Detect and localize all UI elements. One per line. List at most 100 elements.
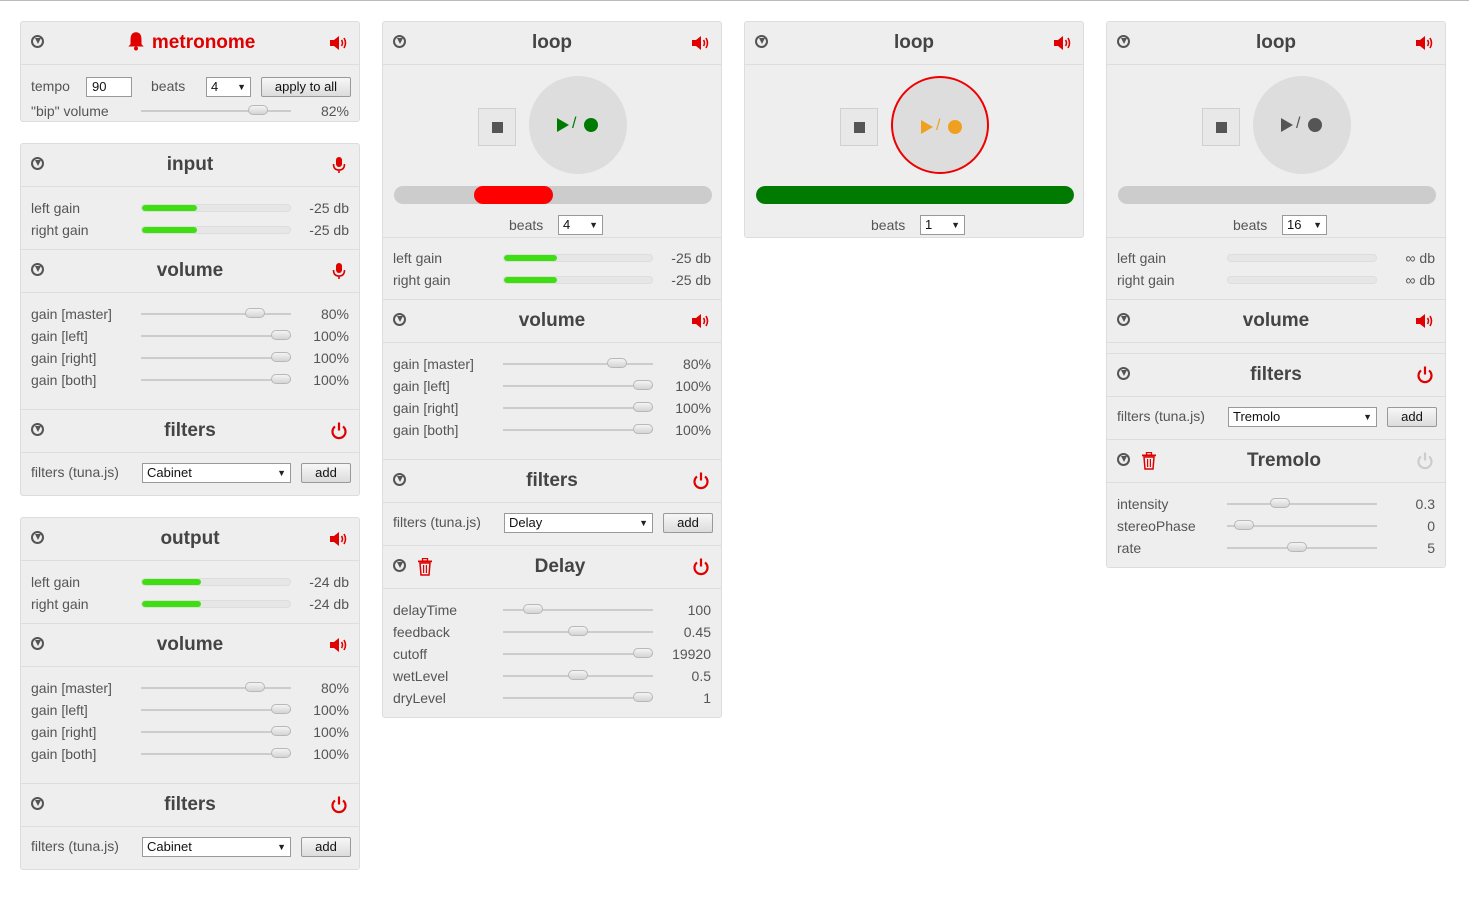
slider-thumb[interactable] bbox=[271, 352, 291, 362]
tempo-input[interactable]: 90 bbox=[86, 77, 132, 97]
add-filter-button[interactable]: add bbox=[1387, 407, 1437, 427]
right-gain-value: -25 db bbox=[309, 222, 349, 238]
play-record-button[interactable]: / bbox=[1253, 76, 1351, 174]
slider-thumb[interactable] bbox=[1233, 520, 1254, 530]
loop-3-filters-header: filters bbox=[1107, 353, 1445, 397]
slider-row: gain [both] 100% bbox=[31, 743, 349, 765]
speaker-icon[interactable] bbox=[691, 34, 711, 52]
slider-track[interactable] bbox=[141, 704, 291, 714]
slider-thumb[interactable] bbox=[633, 648, 653, 658]
slider-track[interactable] bbox=[141, 374, 291, 384]
slider-thumb[interactable] bbox=[245, 682, 265, 692]
loop-1-filters-header: filters bbox=[383, 459, 721, 503]
slider-value: 5 bbox=[1427, 540, 1435, 556]
stop-button[interactable] bbox=[1202, 108, 1240, 146]
slider-track[interactable] bbox=[503, 670, 653, 680]
slider-thumb[interactable] bbox=[247, 105, 268, 115]
slider-thumb[interactable] bbox=[633, 380, 653, 390]
slider-thumb[interactable] bbox=[271, 330, 291, 340]
right-gain-label: right gain bbox=[393, 272, 451, 288]
speaker-icon[interactable] bbox=[329, 636, 349, 654]
loop-3-panel: loop / beats 16 left gain ∞ db bbox=[1106, 21, 1446, 568]
slider-track[interactable] bbox=[141, 352, 291, 362]
microphone-icon[interactable] bbox=[329, 262, 349, 280]
slider-track[interactable] bbox=[1227, 542, 1377, 552]
play-record-button[interactable]: / bbox=[529, 76, 627, 174]
power-icon[interactable] bbox=[1415, 452, 1435, 470]
stop-button[interactable] bbox=[840, 108, 878, 146]
slider-row: gain [left] 100% bbox=[31, 699, 349, 721]
speaker-icon[interactable] bbox=[1415, 34, 1435, 52]
slider-thumb[interactable] bbox=[633, 402, 653, 412]
power-icon[interactable] bbox=[329, 422, 349, 440]
apply-to-all-button[interactable]: apply to all bbox=[261, 77, 351, 97]
speaker-icon[interactable] bbox=[329, 530, 349, 548]
beats-select[interactable]: 16 bbox=[1282, 215, 1327, 235]
column-loop-1: loop / beats 4 left gain -25 db bbox=[382, 21, 722, 739]
slider-track[interactable] bbox=[503, 626, 653, 636]
speaker-icon[interactable] bbox=[1053, 34, 1073, 52]
slider-label: gain [left] bbox=[31, 702, 88, 718]
speaker-icon[interactable] bbox=[329, 34, 349, 52]
input-filters-body: filters (tuna.js) Cabinet add bbox=[21, 453, 359, 495]
slider-track[interactable] bbox=[503, 692, 653, 702]
speaker-icon[interactable] bbox=[691, 312, 711, 330]
power-icon[interactable] bbox=[1415, 366, 1435, 384]
speaker-icon[interactable] bbox=[1415, 312, 1435, 330]
slider-track[interactable] bbox=[1227, 498, 1377, 508]
slash-glyph: / bbox=[572, 115, 577, 132]
filter-select[interactable]: Tremolo bbox=[1228, 407, 1377, 427]
slider-track[interactable] bbox=[141, 748, 291, 758]
play-record-button[interactable]: / bbox=[891, 76, 989, 174]
slider-thumb[interactable] bbox=[522, 604, 543, 614]
input-header: input bbox=[21, 144, 359, 187]
slider-track[interactable] bbox=[141, 726, 291, 736]
beats-select[interactable]: 1 bbox=[920, 215, 965, 235]
slider-thumb[interactable] bbox=[271, 374, 291, 384]
microphone-icon[interactable] bbox=[329, 156, 349, 174]
filter-select[interactable]: Cabinet bbox=[142, 463, 291, 483]
filter-select[interactable]: Delay bbox=[504, 513, 653, 533]
add-filter-button[interactable]: add bbox=[301, 837, 351, 857]
slider-thumb[interactable] bbox=[568, 670, 588, 680]
beats-select[interactable]: 4 bbox=[206, 77, 251, 97]
output-header: output bbox=[21, 518, 359, 561]
slider-track[interactable] bbox=[503, 380, 653, 390]
tremolo-params: intensity 0.3 stereoPhase 0 rate 5 bbox=[1107, 483, 1445, 567]
slider-thumb[interactable] bbox=[607, 358, 627, 368]
output-gains: left gain -24 db right gain -24 db bbox=[21, 561, 359, 623]
slider-track[interactable] bbox=[1227, 520, 1377, 530]
slider-track[interactable] bbox=[141, 308, 291, 318]
beats-select[interactable]: 4 bbox=[558, 215, 603, 235]
stop-button[interactable] bbox=[478, 108, 516, 146]
slider-track[interactable] bbox=[503, 604, 653, 614]
slider-thumb[interactable] bbox=[271, 748, 291, 758]
loop-title: loop bbox=[531, 32, 573, 53]
power-icon[interactable] bbox=[691, 558, 711, 576]
slider-value: 0.3 bbox=[1415, 496, 1435, 512]
slider-track[interactable] bbox=[141, 682, 291, 692]
slider-thumb[interactable] bbox=[1269, 498, 1290, 508]
slider-thumb[interactable] bbox=[1286, 542, 1307, 552]
slider-value: 0.45 bbox=[683, 624, 711, 640]
power-icon[interactable] bbox=[329, 796, 349, 814]
slider-track[interactable] bbox=[503, 424, 653, 434]
filter-select[interactable]: Cabinet bbox=[142, 837, 291, 857]
input-volume-list: gain [master] 80% gain [left] 100% gain [rig… bbox=[21, 293, 359, 409]
slider-thumb[interactable] bbox=[633, 424, 653, 434]
slider-track[interactable] bbox=[141, 330, 291, 340]
slider-thumb[interactable] bbox=[633, 692, 653, 702]
bip-volume-slider[interactable] bbox=[141, 105, 291, 115]
slider-track[interactable] bbox=[503, 648, 653, 658]
slider-thumb[interactable] bbox=[271, 726, 291, 736]
add-filter-button[interactable]: add bbox=[663, 513, 713, 533]
add-filter-button[interactable]: add bbox=[301, 463, 351, 483]
slider-label: stereoPhase bbox=[1117, 518, 1196, 534]
slider-label: gain [master] bbox=[31, 680, 112, 696]
slider-thumb[interactable] bbox=[271, 704, 291, 714]
slider-track[interactable] bbox=[503, 402, 653, 412]
slider-thumb[interactable] bbox=[568, 626, 588, 636]
slider-thumb[interactable] bbox=[245, 308, 265, 318]
power-icon[interactable] bbox=[691, 472, 711, 490]
slider-track[interactable] bbox=[503, 358, 653, 368]
